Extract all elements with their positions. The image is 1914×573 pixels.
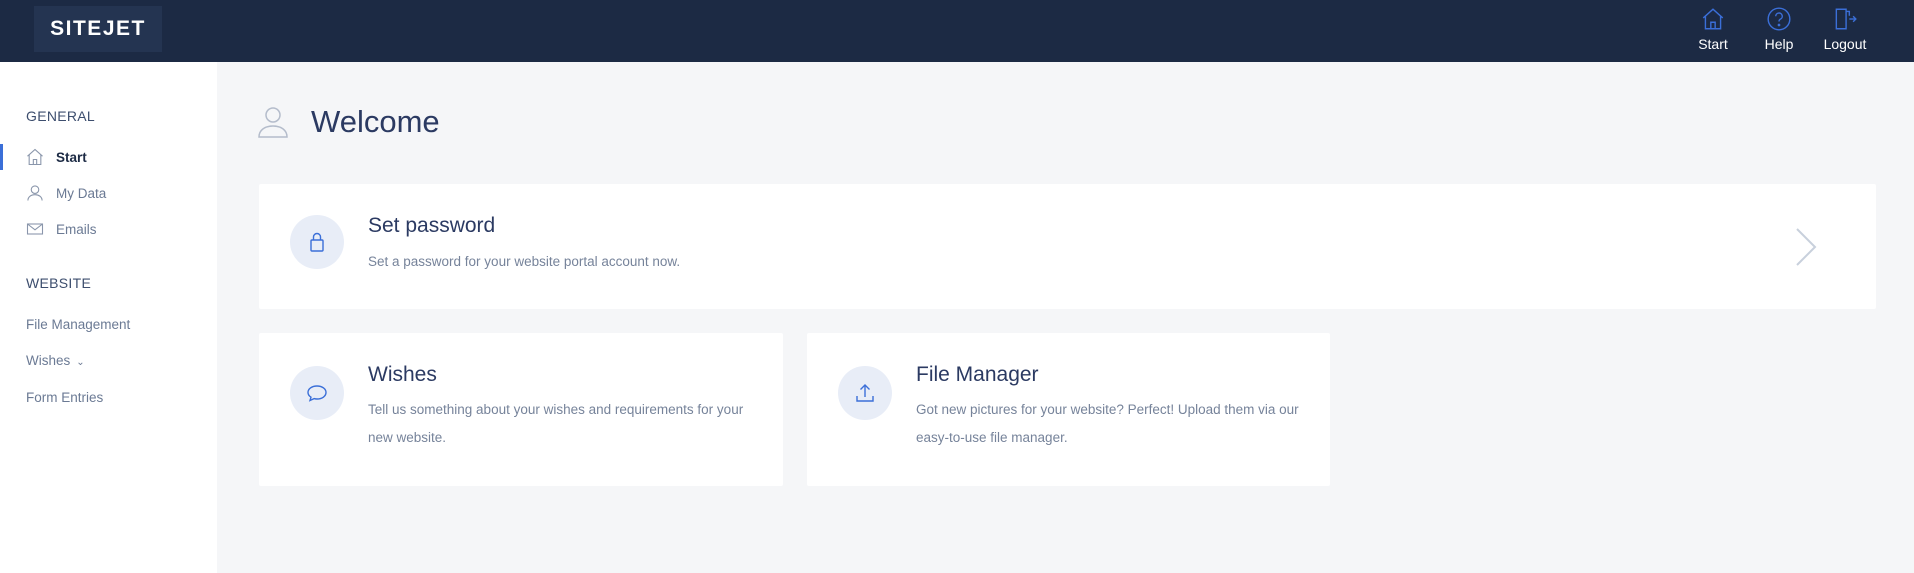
nav-logout-button[interactable]: Logout	[1812, 0, 1878, 62]
user-icon	[24, 182, 46, 204]
sidebar-item-my-data[interactable]: My Data	[0, 178, 217, 208]
lock-icon	[310, 232, 324, 252]
top-bar: SITEJET Start Help Logout	[0, 0, 1914, 62]
mail-icon	[24, 218, 46, 240]
card-icon-circle	[290, 215, 344, 269]
sitejet-logo[interactable]: SITEJET	[34, 6, 162, 52]
set-password-card[interactable]: Set password Set a password for your web…	[259, 184, 1876, 309]
chevron-right-icon[interactable]	[1793, 226, 1819, 268]
card-title: Wishes	[368, 363, 437, 386]
help-icon	[1767, 7, 1791, 31]
sidebar-item-emails[interactable]: Emails	[0, 214, 217, 244]
sidebar-item-start[interactable]: Start	[0, 142, 217, 172]
nav-help-button[interactable]: Help	[1746, 0, 1812, 62]
page-title: Welcome	[311, 104, 440, 139]
nav-start-label: Start	[1698, 36, 1728, 52]
nav-logout-label: Logout	[1823, 36, 1867, 52]
chat-bubble-icon	[307, 385, 327, 402]
wishes-card[interactable]: Wishes Tell us something about your wish…	[259, 333, 783, 486]
sidebar-item-label: My Data	[56, 185, 107, 201]
home-icon	[24, 146, 46, 168]
sidebar-item-form-entries[interactable]: Form Entries	[26, 390, 103, 405]
home-icon	[1702, 8, 1724, 30]
sidebar-heading-website: WEBSITE	[26, 275, 92, 291]
sidebar-item-label: Wishes	[26, 353, 71, 368]
card-description-line-2: new website.	[368, 430, 447, 445]
sidebar-item-wishes[interactable]: Wishes ⌄	[26, 353, 85, 368]
card-icon-circle	[838, 366, 892, 420]
sidebar: GENERAL Start My Data Emails WEBSITE Fil…	[0, 62, 217, 573]
upload-icon	[856, 384, 874, 402]
sidebar-item-label: Start	[56, 149, 87, 165]
chevron-down-icon: ⌄	[76, 357, 85, 368]
card-description-line-2: easy-to-use file manager.	[916, 430, 1068, 445]
nav-help-label: Help	[1764, 36, 1794, 52]
sidebar-heading-general: GENERAL	[26, 108, 96, 124]
card-description: Set a password for your website portal a…	[368, 254, 681, 269]
card-icon-circle	[290, 366, 344, 420]
card-description-line-1: Tell us something about your wishes and …	[368, 402, 744, 417]
nav-start-button[interactable]: Start	[1680, 0, 1746, 62]
logout-icon	[1835, 8, 1857, 30]
card-description-line-1: Got new pictures for your website? Perfe…	[916, 402, 1299, 417]
card-title: File Manager	[916, 363, 1039, 386]
file-manager-card[interactable]: File Manager Got new pictures for your w…	[807, 333, 1330, 486]
card-title: Set password	[368, 214, 496, 237]
user-icon	[258, 107, 288, 138]
sidebar-item-file-management[interactable]: File Management	[26, 317, 130, 332]
top-nav: Start Help Logout	[1680, 0, 1878, 62]
sidebar-item-label: Emails	[56, 221, 97, 237]
